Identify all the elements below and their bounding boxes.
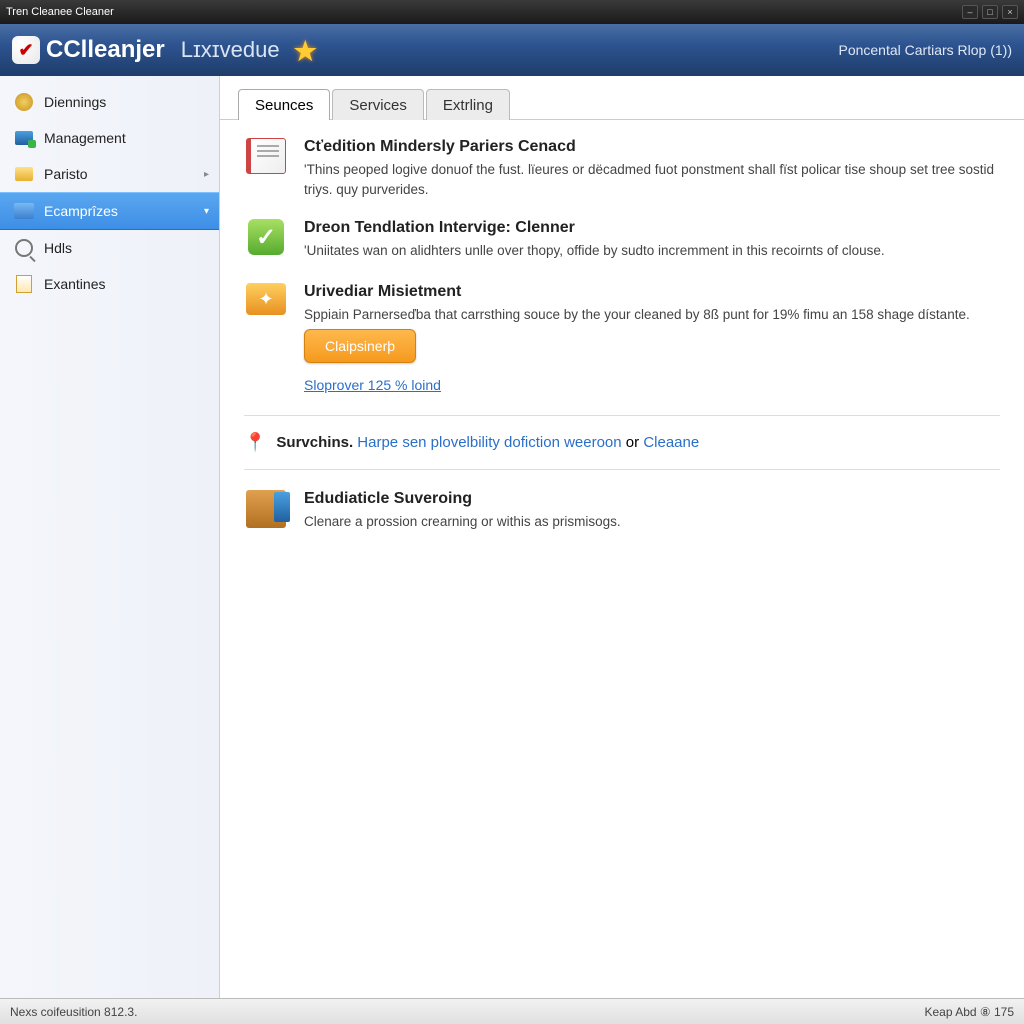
sidebar-item-paristo[interactable]: Paristo ▸ — [0, 156, 219, 192]
block-title: Edudiaticle Suveroing — [304, 490, 1000, 508]
sidebar-item-exantines[interactable]: Exantines — [0, 266, 219, 302]
status-bar: Nexs coifeusition 812.3. Keap Abd ⑧ 175 — [0, 998, 1024, 1024]
banner-right-text: Poncental Cartiars Rlop (1)) — [838, 42, 1012, 58]
block-desc: Sppiain Parnerseďba that carrsthing souc… — [304, 305, 1000, 325]
check-icon: ✓ — [244, 219, 288, 263]
block-urivediar: ✦ Urivediar Misietment Sppiain Parnerseď… — [244, 283, 1000, 395]
pin-icon: 📍 — [244, 432, 266, 453]
sloprover-link[interactable]: Sloprover 125 % loind — [304, 377, 441, 393]
block-title: Cťedition Mindersly Pariers Cenacd — [304, 138, 1000, 156]
sidebar: Diennings Management Paristo ▸ Ecamprîze… — [0, 76, 220, 998]
document-icon — [14, 274, 34, 294]
block-desc: 'Uniitates wan on alidhters unlle over t… — [304, 241, 1000, 261]
app-subname: Lɪxɪvedue — [181, 37, 280, 63]
block-title: Urivediar Misietment — [304, 283, 1000, 301]
disk-icon — [14, 92, 34, 112]
sidebar-item-label: Exantines — [44, 276, 105, 292]
tab-seunces[interactable]: Seunces — [238, 89, 330, 120]
window-buttons: – □ × — [962, 5, 1018, 19]
tab-label: Services — [349, 97, 407, 114]
link-label: Sloprover 125 % loind — [304, 377, 441, 393]
claipsiner-button[interactable]: Claipsinerþ — [304, 329, 416, 363]
folder-icon — [14, 164, 34, 184]
tab-extrling[interactable]: Extrling — [426, 89, 510, 120]
sidebar-item-ecamprizes[interactable]: Ecamprîzes — [0, 192, 219, 230]
sidebar-item-label: Diennings — [44, 94, 106, 110]
box-icon — [244, 490, 288, 534]
status-right: Keap Abd ⑧ 175 — [925, 1005, 1015, 1019]
sidebar-item-label: Ecamprîzes — [44, 203, 118, 219]
tab-bar: Seunces Services Extrling — [220, 76, 1024, 120]
tab-label: Extrling — [443, 97, 493, 114]
surv-link-1[interactable]: Harpe sen plovelbility dofiction weeroon — [357, 434, 621, 451]
tab-services[interactable]: Services — [332, 89, 424, 120]
sidebar-item-diennings[interactable]: Diennings — [0, 84, 219, 120]
surv-bold: Survchins. — [276, 434, 353, 451]
close-button[interactable]: × — [1002, 5, 1018, 19]
minimize-button[interactable]: – — [962, 5, 978, 19]
sidebar-item-label: Paristo — [44, 166, 88, 182]
shield-icon — [12, 36, 40, 64]
titlebar: Tren Cleanee Cleaner – □ × — [0, 0, 1024, 24]
app-name: CClleanjer — [46, 36, 165, 64]
block-cedition: Cťedition Mindersly Pariers Cenacd 'Thin… — [244, 138, 1000, 199]
window-title: Tren Cleanee Cleaner — [6, 6, 962, 18]
chevron-right-icon: ▸ — [204, 169, 209, 180]
tab-label: Seunces — [255, 97, 313, 114]
management-icon — [14, 128, 34, 148]
sidebar-item-hdls[interactable]: Hdls — [0, 230, 219, 266]
magnifier-icon — [14, 238, 34, 258]
block-edudiaticle: Edudiaticle Suveroing Clenare a prossion… — [244, 490, 1000, 534]
app-logo: CClleanjer Lɪxɪvedue ★ — [12, 36, 322, 64]
block-desc: 'Thins peoped logive donuof the fust. lï… — [304, 160, 1000, 199]
sidebar-item-management[interactable]: Management — [0, 120, 219, 156]
star-icon: ★ — [294, 36, 322, 64]
surv-link-2[interactable]: Cleaane — [643, 434, 699, 451]
block-title: Dreon Tendlation Intervige: Clenner — [304, 219, 1000, 237]
survchins-row: 📍 Survchins. Harpe sen plovelbility dofi… — [244, 415, 1000, 470]
button-label: Claipsinerþ — [325, 338, 395, 354]
content-area: Cťedition Mindersly Pariers Cenacd 'Thin… — [220, 120, 1024, 998]
status-left: Nexs coifeusition 812.3. — [10, 1005, 137, 1019]
block-desc: Clenare a prossion crearning or withis a… — [304, 512, 1000, 532]
link-text: Harpe sen plovelbility dofiction weeroon — [357, 434, 621, 451]
block-dreon: ✓ Dreon Tendlation Intervige: Clenner 'U… — [244, 219, 1000, 263]
book-icon — [244, 138, 288, 182]
badge-icon: ✦ — [244, 283, 288, 327]
monitor-icon — [14, 201, 34, 221]
sidebar-item-label: Management — [44, 130, 126, 146]
surv-or: or — [626, 434, 639, 451]
main-panel: Seunces Services Extrling Cťedition Mind… — [220, 76, 1024, 998]
app-banner: CClleanjer Lɪxɪvedue ★ Poncental Cartiar… — [0, 24, 1024, 76]
sidebar-item-label: Hdls — [44, 240, 72, 256]
link-text: Cleaane — [643, 434, 699, 451]
maximize-button[interactable]: □ — [982, 5, 998, 19]
